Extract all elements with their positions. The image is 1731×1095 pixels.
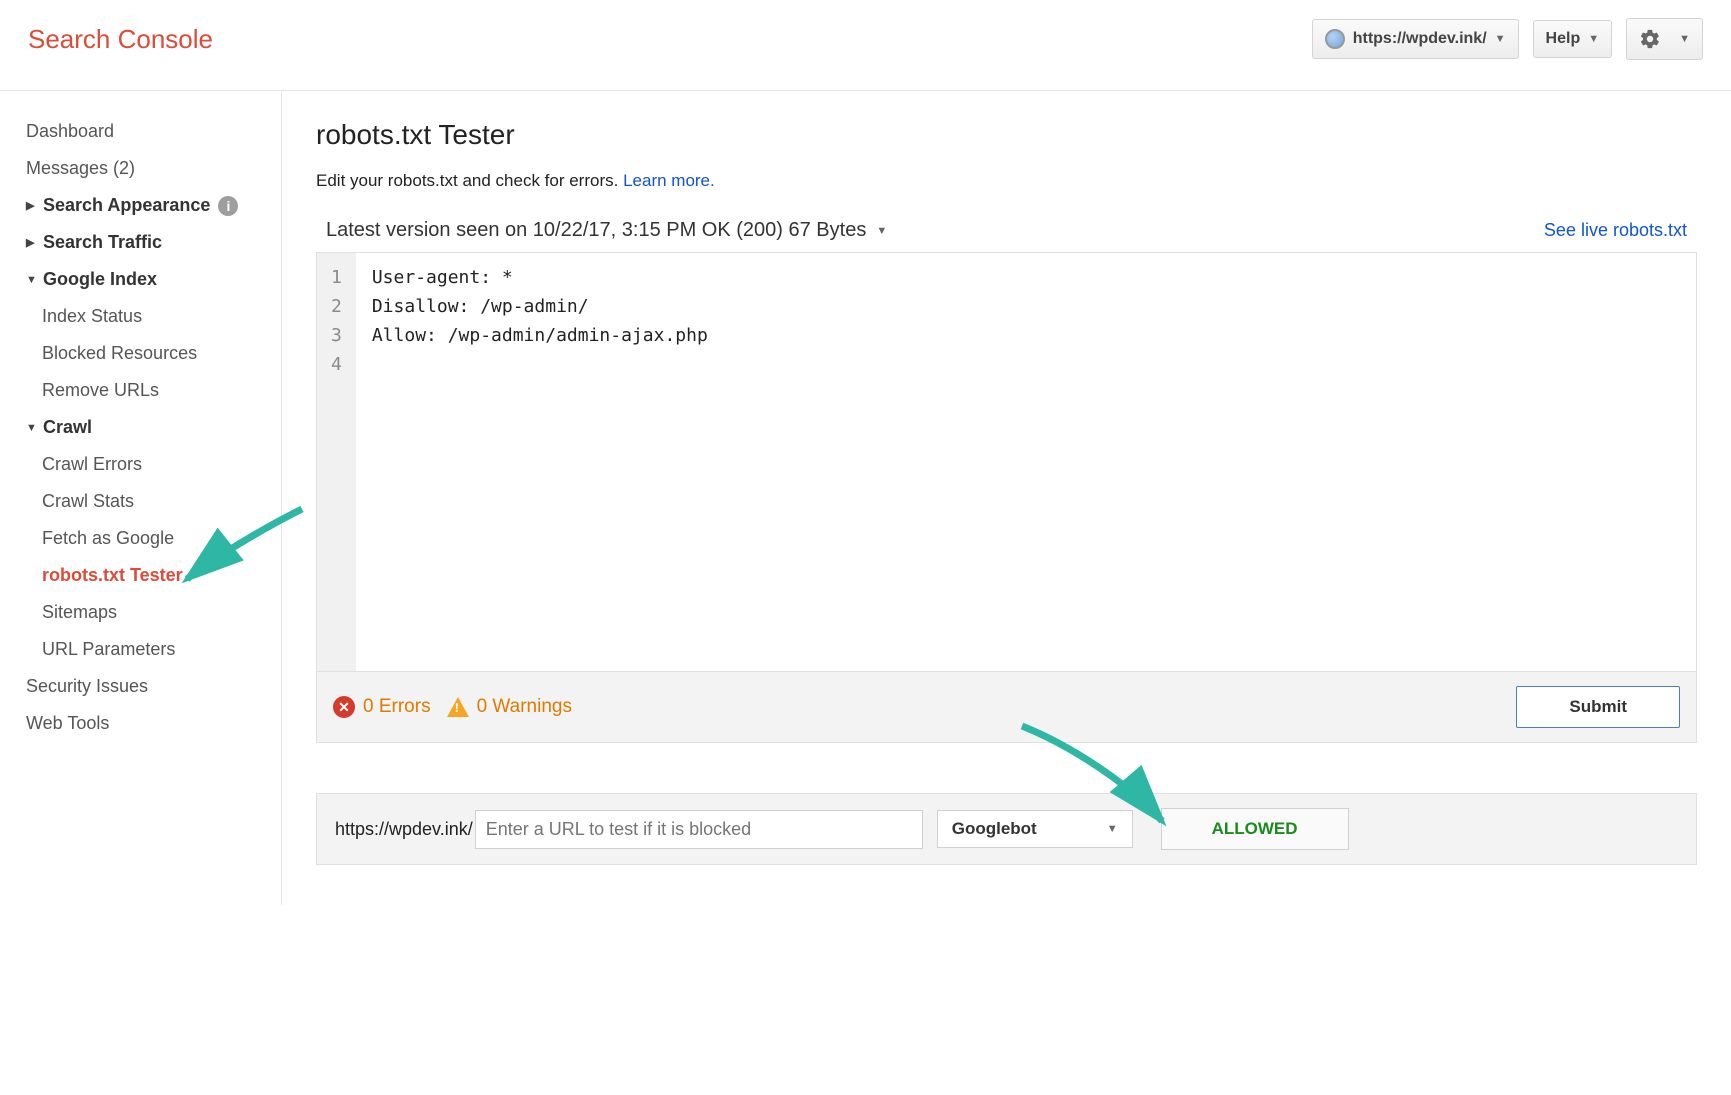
help-button[interactable]: Help ▼ bbox=[1533, 20, 1613, 58]
sidebar-item-2[interactable]: ▶ Search Appearance i bbox=[6, 187, 281, 224]
version-selector[interactable]: Latest version seen on 10/22/17, 3:15 PM… bbox=[326, 219, 887, 242]
nav: DashboardMessages (2) ▶ Search Appearance i… bbox=[6, 113, 281, 742]
code-gutter: 1234 bbox=[317, 253, 356, 671]
sidebar-item-label: Search Traffic bbox=[43, 232, 162, 253]
code-body[interactable]: User-agent: * Disallow: /wp-admin/ Allow… bbox=[356, 253, 724, 671]
caret-icon: ▶ bbox=[26, 236, 37, 249]
sidebar-item-10[interactable]: Crawl Stats bbox=[6, 483, 281, 520]
sidebar-item-5[interactable]: Index Status bbox=[6, 298, 281, 335]
caret-icon: ▼ bbox=[26, 274, 37, 286]
sidebar-item-11[interactable]: Fetch as Google bbox=[6, 520, 281, 557]
sidebar-item-1[interactable]: Messages (2) bbox=[6, 150, 281, 187]
caret-icon: ▼ bbox=[26, 422, 37, 434]
sidebar-item-16[interactable]: Web Tools bbox=[6, 705, 281, 742]
warning-icon bbox=[447, 697, 469, 717]
sidebar-item-7[interactable]: Remove URLs bbox=[6, 372, 281, 409]
subtitle: Edit your robots.txt and check for error… bbox=[316, 171, 1697, 191]
globe-icon bbox=[1325, 29, 1345, 49]
property-selector[interactable]: https://wpdev.ink/ ▼ bbox=[1312, 19, 1519, 59]
sidebar-item-label: Search Appearance bbox=[43, 195, 210, 216]
info-icon: i bbox=[218, 196, 238, 216]
line-number: 4 bbox=[331, 350, 342, 379]
line-number: 3 bbox=[331, 321, 342, 350]
sidebar-item-label: Google Index bbox=[43, 269, 157, 290]
editor-pane: 1234 User-agent: * Disallow: /wp-admin/ … bbox=[316, 252, 1697, 743]
sidebar-item-label: Crawl bbox=[43, 417, 92, 438]
chevron-down-icon: ▼ bbox=[876, 225, 887, 237]
caret-icon: ▶ bbox=[26, 199, 37, 212]
sidebar-item-14[interactable]: URL Parameters bbox=[6, 631, 281, 668]
sidebar: DashboardMessages (2) ▶ Search Appearance i… bbox=[0, 91, 282, 905]
subtitle-text: Edit your robots.txt and check for error… bbox=[316, 171, 623, 190]
sidebar-item-8[interactable]: ▼ Crawl bbox=[6, 409, 281, 446]
line-number: 2 bbox=[331, 292, 342, 321]
version-text: Latest version seen on 10/22/17, 3:15 PM… bbox=[326, 219, 866, 242]
sidebar-item-9[interactable]: Crawl Errors bbox=[6, 446, 281, 483]
topbar-right: https://wpdev.ink/ ▼ Help ▼ ▼ bbox=[1312, 18, 1703, 60]
bot-select[interactable]: Googlebot ▼ bbox=[937, 810, 1133, 848]
logo: Search Console bbox=[28, 24, 213, 55]
chevron-down-icon: ▼ bbox=[1679, 33, 1690, 45]
submit-button[interactable]: Submit bbox=[1516, 686, 1680, 728]
test-result-button[interactable]: ALLOWED bbox=[1161, 808, 1349, 850]
sidebar-item-15[interactable]: Security Issues bbox=[6, 668, 281, 705]
version-row: Latest version seen on 10/22/17, 3:15 PM… bbox=[316, 219, 1697, 252]
status-left: ✕ 0 Errors 0 Warnings bbox=[333, 696, 572, 718]
page-title: robots.txt Tester bbox=[316, 119, 1697, 151]
url-input[interactable] bbox=[475, 810, 923, 849]
main: robots.txt Tester Edit your robots.txt a… bbox=[282, 91, 1731, 905]
sidebar-item-0[interactable]: Dashboard bbox=[6, 113, 281, 150]
sidebar-item-12[interactable]: robots.txt Tester bbox=[6, 557, 281, 594]
settings-button[interactable]: ▼ bbox=[1626, 18, 1703, 60]
gear-icon bbox=[1639, 28, 1661, 50]
sidebar-item-6[interactable]: Blocked Resources bbox=[6, 335, 281, 372]
error-icon: ✕ bbox=[333, 696, 355, 718]
chevron-down-icon: ▼ bbox=[1107, 823, 1118, 835]
property-label: https://wpdev.ink/ bbox=[1353, 30, 1487, 48]
test-bar: https://wpdev.ink/ Googlebot ▼ ALLOWED bbox=[316, 793, 1697, 865]
sidebar-item-3[interactable]: ▶ Search Traffic bbox=[6, 224, 281, 261]
layout: DashboardMessages (2) ▶ Search Appearance i… bbox=[0, 91, 1731, 905]
topbar: Search Console https://wpdev.ink/ ▼ Help… bbox=[0, 0, 1731, 91]
chevron-down-icon: ▼ bbox=[1588, 33, 1599, 45]
status-bar: ✕ 0 Errors 0 Warnings Submit bbox=[317, 671, 1696, 742]
chevron-down-icon: ▼ bbox=[1495, 33, 1506, 45]
help-label: Help bbox=[1546, 30, 1581, 48]
learn-more-link[interactable]: Learn more. bbox=[623, 171, 715, 190]
sidebar-item-13[interactable]: Sitemaps bbox=[6, 594, 281, 631]
bot-label: Googlebot bbox=[952, 819, 1037, 839]
url-prefix: https://wpdev.ink/ bbox=[335, 819, 475, 840]
see-live-link[interactable]: See live robots.txt bbox=[1544, 220, 1687, 241]
code-editor[interactable]: 1234 User-agent: * Disallow: /wp-admin/ … bbox=[317, 253, 1696, 671]
sidebar-item-4[interactable]: ▼ Google Index bbox=[6, 261, 281, 298]
warnings-count: 0 Warnings bbox=[477, 696, 572, 718]
line-number: 1 bbox=[331, 263, 342, 292]
errors-count: 0 Errors bbox=[363, 696, 431, 718]
